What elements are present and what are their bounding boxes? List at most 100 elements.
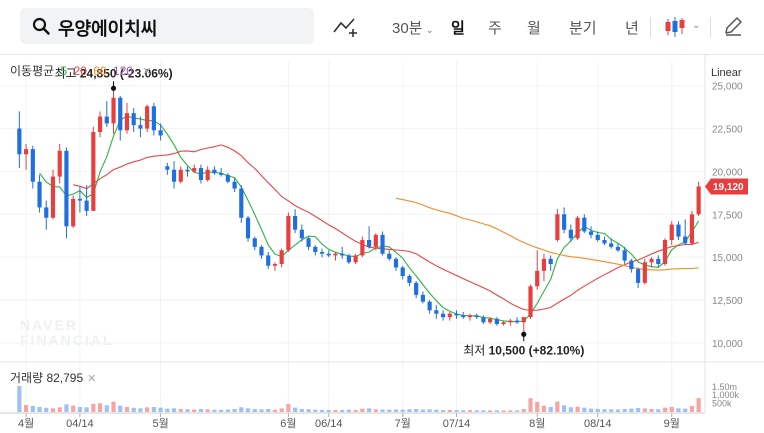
volume-bar[interactable] [118,405,123,412]
volume-bar[interactable] [57,407,62,412]
volume-bar[interactable] [205,409,210,412]
candle-body[interactable] [541,258,547,271]
candle-body[interactable] [481,317,486,323]
candle-body[interactable] [57,150,62,177]
volume-bar[interactable] [131,407,136,412]
candle-body[interactable] [17,128,22,155]
volume-bar[interactable] [306,409,311,412]
candle-body[interactable] [595,234,600,240]
volume-bar[interactable] [474,410,479,412]
candle-body[interactable] [340,253,345,256]
volume-bar[interactable] [245,408,251,412]
candle-body[interactable] [669,224,674,240]
candle-body[interactable] [535,270,540,287]
volume-bar[interactable] [696,398,701,412]
candle-body[interactable] [683,236,688,244]
volume-bar[interactable] [373,409,378,412]
volume-bar[interactable] [562,405,567,412]
volume-bar[interactable] [656,409,661,412]
volume-bar[interactable] [97,403,103,412]
candle-body[interactable] [488,318,493,323]
volume-bar[interactable] [50,408,56,412]
candle-body[interactable] [414,282,419,295]
candle-body[interactable] [131,113,136,126]
ma-legend-20[interactable]: 20 [74,64,87,78]
volume-bar[interactable] [467,410,473,412]
volume-bar[interactable] [171,408,177,412]
candle-body[interactable] [24,149,29,155]
candle-body[interactable] [286,216,291,251]
volume-bar[interactable] [24,404,29,412]
candle-body[interactable] [528,286,533,318]
volume-bar[interactable] [615,409,621,412]
candle-body[interactable] [279,250,284,264]
volume-bar[interactable] [158,407,163,412]
candle-body[interactable] [494,318,499,324]
candle-body[interactable] [151,106,156,131]
candle-body[interactable] [64,150,69,227]
volume-bar[interactable] [689,405,694,412]
candle-body[interactable] [454,313,459,316]
volume-bar[interactable] [528,398,533,412]
candle-body[interactable] [568,229,573,239]
candle-body[interactable] [185,169,190,172]
candle-body[interactable] [380,234,385,254]
candle-body[interactable] [326,253,331,256]
volume-bar[interactable] [145,407,150,412]
candle-body[interactable] [333,253,338,256]
candle-body[interactable] [696,186,701,215]
volume-bar[interactable] [400,409,405,412]
volume-bar[interactable] [636,407,641,412]
volume-bar[interactable] [488,410,493,412]
candle-body[interactable] [192,168,197,172]
candle-body[interactable] [400,267,405,276]
candle-body[interactable] [104,116,109,124]
volume-bar[interactable] [346,409,351,412]
candle-body[interactable] [393,258,399,268]
candle-body[interactable] [30,149,35,182]
volume-bar[interactable] [548,406,553,412]
volume-bar[interactable] [104,405,109,412]
candle-body[interactable] [198,168,204,180]
candle-body[interactable] [293,216,298,230]
candle-body[interactable] [555,214,560,240]
candle-body[interactable] [407,276,412,283]
volume-bar[interactable] [279,408,284,412]
volume-bar[interactable] [683,408,688,412]
volume-bar[interactable] [259,409,264,412]
volume-bar[interactable] [514,410,520,412]
volume-bar[interactable] [588,408,594,412]
volume-bar[interactable] [77,406,82,412]
candle-body[interactable] [319,252,325,254]
candle-body[interactable] [84,200,89,211]
candle-body[interactable] [662,240,668,264]
candle-body[interactable] [562,214,567,230]
candle-body[interactable] [212,169,217,174]
volume-bar[interactable] [333,409,338,412]
close-icon[interactable]: ✕ [87,373,96,385]
volume-bar[interactable] [326,409,331,412]
volume-bar[interactable] [212,409,217,412]
volume-bar[interactable] [461,410,466,412]
candle-body[interactable] [427,301,432,311]
candle-body[interactable] [588,231,594,235]
volume-bar[interactable] [299,408,304,412]
candle-body[interactable] [252,238,257,247]
candle-body[interactable] [622,250,627,261]
volume-bar[interactable] [84,407,89,412]
volume-bar[interactable] [225,409,230,412]
volume-bar[interactable] [340,409,345,412]
volume-bar[interactable] [407,409,412,412]
volume-bar[interactable] [71,405,76,412]
volume-bar[interactable] [353,409,358,412]
candle-body[interactable] [97,116,103,132]
volume-bar[interactable] [367,408,372,412]
candle-body[interactable] [299,229,304,239]
volume-bar[interactable] [198,408,204,412]
candle-body[interactable] [367,240,372,247]
volume-bar[interactable] [568,407,573,412]
volume-bar[interactable] [609,409,614,412]
candle-body[interactable] [440,313,446,318]
candle-body[interactable] [225,174,230,182]
volume-bar[interactable] [434,409,439,412]
